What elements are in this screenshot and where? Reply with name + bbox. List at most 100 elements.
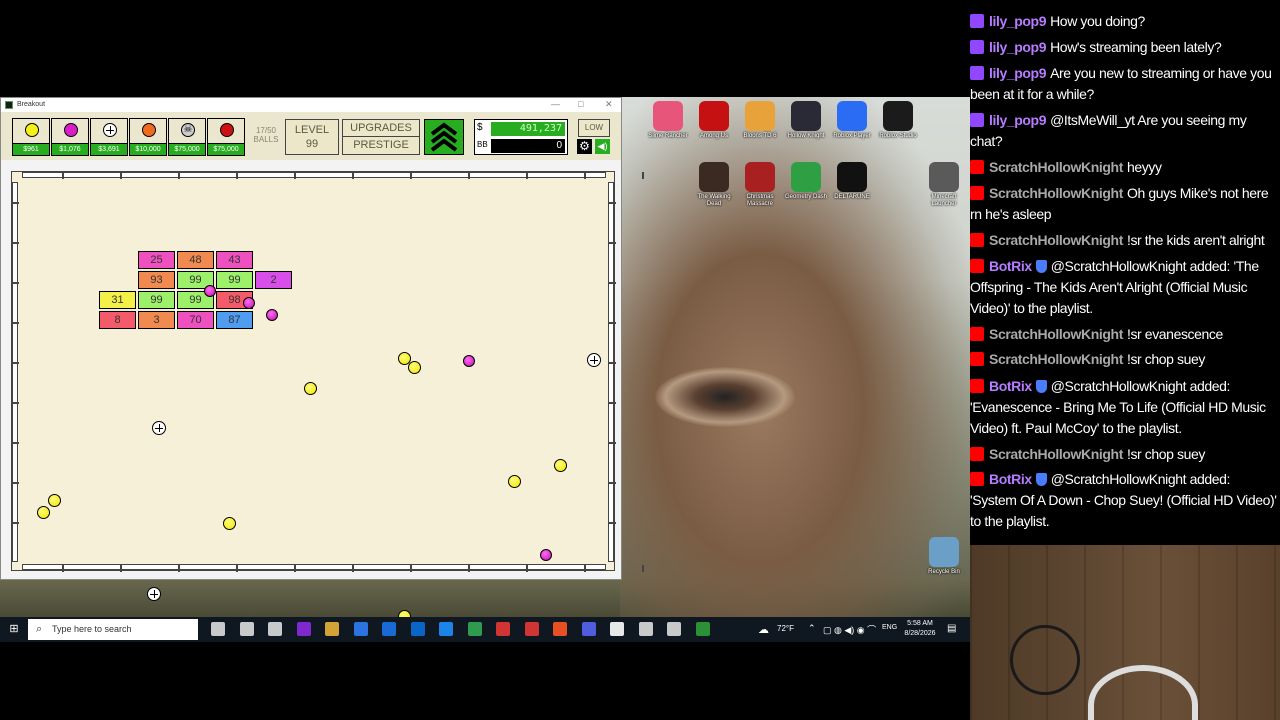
chat-username[interactable]: ScratchHollowKnight bbox=[989, 351, 1123, 367]
desktop-icon-roblox-studio[interactable]: Roblox Studio bbox=[876, 101, 920, 140]
bot-shield-icon bbox=[1035, 260, 1047, 273]
speaker-icon[interactable]: ◀) bbox=[595, 139, 610, 154]
desktop-icon-minecraft-launcher[interactable]: Minecraft Launcher bbox=[922, 162, 966, 208]
bot-shield-icon bbox=[1035, 380, 1047, 393]
chevron-up-icon[interactable]: ⌃ bbox=[808, 623, 816, 634]
chat-username[interactable]: ScratchHollowKnight bbox=[989, 185, 1123, 201]
wall-tick bbox=[609, 322, 616, 324]
copilot-icon[interactable] bbox=[239, 622, 254, 636]
low-quality-button[interactable]: LOW bbox=[578, 119, 610, 137]
sniper-ball bbox=[587, 353, 601, 367]
windows-start-icon[interactable]: ⊞ bbox=[7, 622, 21, 636]
app-icon bbox=[837, 101, 867, 131]
file-explorer-icon[interactable] bbox=[325, 622, 339, 636]
wall-tick bbox=[584, 565, 586, 572]
app-icon bbox=[837, 162, 867, 192]
chat-username[interactable]: ScratchHollowKnight bbox=[989, 446, 1123, 462]
wall-tick bbox=[609, 522, 616, 524]
chat-username[interactable]: BotRix bbox=[989, 471, 1032, 487]
left-wall bbox=[12, 182, 18, 562]
chat-username[interactable]: BotRix bbox=[989, 378, 1032, 394]
gear-icon[interactable]: ⚙ bbox=[577, 139, 592, 154]
chat-username[interactable]: lily_pop9 bbox=[989, 112, 1046, 128]
settings-icon[interactable] bbox=[638, 622, 653, 636]
tray-icons[interactable]: ▢ ◍ ◀) ◉ ⌒ bbox=[823, 623, 876, 636]
outlook-icon[interactable] bbox=[382, 622, 396, 636]
wall-tick bbox=[410, 565, 412, 572]
chat-username[interactable]: ScratchHollowKnight bbox=[989, 159, 1123, 175]
shop-slot-sniper[interactable]: $3,691 bbox=[90, 118, 128, 156]
play-field[interactable]: 25 48 43 93 99 99 2 31 99 99 98 8 3 70 87 bbox=[11, 171, 644, 623]
prestige-button[interactable]: PRESTIGE bbox=[343, 137, 419, 154]
language-indicator[interactable]: ENG bbox=[882, 624, 897, 631]
chat-message: ScratchHollowKnight !sr evanescence bbox=[970, 324, 1278, 345]
reddit-icon[interactable] bbox=[553, 622, 567, 636]
desktop-icon-bloons-td-6[interactable]: Bloons TD 6 bbox=[738, 101, 782, 140]
desktop-icon-slime-rancher[interactable]: Slime Rancher bbox=[646, 101, 690, 140]
desktop-icon-label: DELTARUNE bbox=[834, 194, 870, 200]
widgets-icon[interactable] bbox=[268, 622, 282, 636]
search-icon: ⌕ bbox=[36, 623, 43, 635]
notification-icon[interactable]: ▤ bbox=[947, 623, 956, 634]
store-icon[interactable] bbox=[410, 622, 425, 636]
shop-slot-cannonball[interactable]: ☠ $75,000 bbox=[168, 118, 206, 156]
skull-ball-icon: ☠ bbox=[181, 123, 195, 137]
close-button[interactable]: ✕ bbox=[605, 99, 613, 110]
wall-tick bbox=[609, 402, 616, 404]
task-view-icon[interactable] bbox=[211, 622, 225, 636]
shop-slot-basic[interactable]: $961 bbox=[12, 118, 50, 156]
minimize-button[interactable]: — bbox=[551, 99, 560, 109]
desktop-icon-roblox-player[interactable]: Roblox Player bbox=[830, 101, 874, 140]
drive-icon[interactable] bbox=[467, 622, 482, 636]
app-icon bbox=[791, 101, 821, 131]
teams-icon[interactable] bbox=[296, 622, 311, 636]
desktop-icon-among-us[interactable]: Among Us bbox=[692, 101, 736, 140]
chat-username[interactable]: lily_pop9 bbox=[989, 65, 1046, 81]
desktop-icon-the-walking-dead[interactable]: The Walking Dead bbox=[692, 162, 736, 208]
wall-tick bbox=[178, 565, 180, 572]
wall-tick bbox=[12, 322, 19, 324]
chevron-up-button[interactable] bbox=[424, 119, 464, 155]
chat-text: !sr chop suey bbox=[1126, 446, 1206, 462]
copilot-app-icon[interactable] bbox=[353, 622, 368, 636]
crosshair-ball-icon bbox=[103, 123, 117, 137]
youtube-icon[interactable] bbox=[524, 622, 539, 636]
shop-slot-poison[interactable]: $75,000 bbox=[207, 118, 245, 156]
youtube-icon bbox=[970, 233, 984, 247]
chat-username[interactable]: ScratchHollowKnight bbox=[989, 326, 1123, 342]
desktop-icon-hollow-knight[interactable]: Hollow Knight bbox=[784, 101, 828, 140]
desktop-icon-label: The Walking Dead bbox=[697, 194, 731, 207]
obs-icon[interactable] bbox=[667, 622, 681, 636]
chrome-icon[interactable] bbox=[496, 622, 510, 636]
chat-username[interactable]: lily_pop9 bbox=[989, 39, 1046, 55]
desktop-icon-recycle-bin[interactable]: Recycle Bin bbox=[922, 537, 966, 576]
desktop-icon-christmas-massacre[interactable]: Christmas Massacre bbox=[738, 162, 782, 208]
chat-username[interactable]: BotRix bbox=[989, 258, 1032, 274]
desktop-icon-label: Geometry Dash bbox=[784, 194, 827, 200]
desktop-icon-deltarune[interactable]: DELTARUNE bbox=[830, 162, 874, 201]
discord-icon[interactable] bbox=[581, 622, 596, 636]
upgrades-button[interactable]: UPGRADES bbox=[343, 120, 419, 137]
maximize-button[interactable]: □ bbox=[578, 99, 583, 109]
youtube-icon bbox=[970, 447, 984, 461]
chat-username[interactable]: lily_pop9 bbox=[989, 13, 1046, 29]
shop-price: $1,076 bbox=[52, 143, 88, 155]
desktop-icon-label: Minecraft Launcher bbox=[931, 194, 957, 207]
chat-message: BotRix @ScratchHollowKnight added: 'Syste… bbox=[970, 469, 1278, 532]
shop-slot-plasma[interactable]: $1,076 bbox=[51, 118, 89, 156]
chat-username[interactable]: ScratchHollowKnight bbox=[989, 232, 1123, 248]
app-icon bbox=[929, 162, 959, 192]
breakout-taskbar-icon[interactable] bbox=[695, 622, 710, 636]
twitch-icon bbox=[970, 66, 984, 80]
shop-slot-scatter[interactable]: $10,000 bbox=[129, 118, 167, 156]
desktop-icon-geometry-dash[interactable]: Geometry Dash bbox=[784, 162, 828, 201]
clock[interactable]: 5:58 AM 8/28/2026 bbox=[900, 619, 940, 639]
brick: 3 bbox=[138, 311, 175, 329]
shop-price: $75,000 bbox=[169, 143, 205, 155]
search-box[interactable]: ⌕ Type here to search bbox=[28, 619, 198, 640]
edge-icon[interactable] bbox=[439, 622, 453, 636]
window-titlebar[interactable]: Breakout — □ ✕ bbox=[1, 98, 621, 112]
notepad-icon[interactable] bbox=[610, 622, 624, 636]
weather-icon: ☁ bbox=[758, 624, 769, 636]
youtube-icon bbox=[970, 352, 984, 366]
